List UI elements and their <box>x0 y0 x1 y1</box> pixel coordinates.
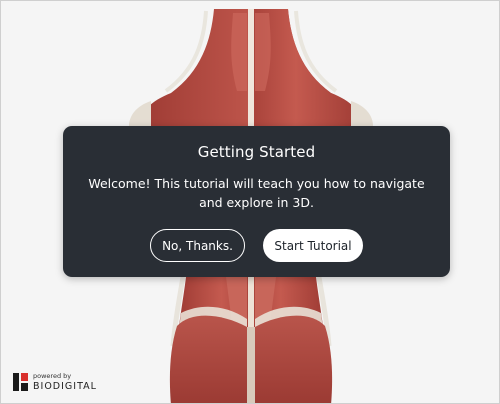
tutorial-dialog: Getting Started Welcome! This tutorial w… <box>63 126 450 277</box>
3d-viewer[interactable]: Getting Started Welcome! This tutorial w… <box>0 0 500 404</box>
dialog-title: Getting Started <box>197 143 316 161</box>
biodigital-logo[interactable]: powered by BIODIGITAL <box>13 371 97 393</box>
brand-name: BIODIGITAL <box>33 380 97 392</box>
dialog-message: Welcome! This tutorial will teach you ho… <box>88 176 425 210</box>
powered-by-label: powered by <box>33 372 72 380</box>
start-tutorial-button[interactable]: Start Tutorial <box>263 229 363 262</box>
no-thanks-button[interactable]: No, Thanks. <box>150 229 245 262</box>
biodigital-logo-icon <box>13 373 28 391</box>
